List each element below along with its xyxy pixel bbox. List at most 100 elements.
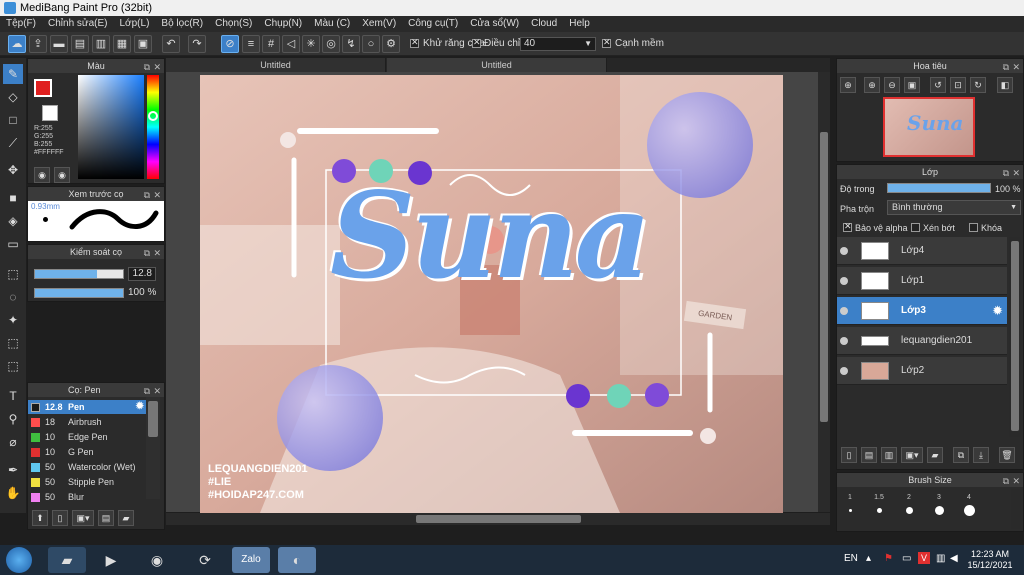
- artwork-canvas[interactable]: Suna LEQUANGDIEN201 #LIE #HOIDAP247.COM …: [200, 75, 783, 513]
- brush-size-preset[interactable]: 1.5: [865, 494, 893, 513]
- panel-popout-icon[interactable]: ⧉: [1003, 474, 1009, 488]
- text-tool-icon[interactable]: T: [3, 386, 23, 406]
- zoom-out-icon[interactable]: ⊖: [884, 77, 900, 93]
- close-icon[interactable]: ✕: [1012, 166, 1020, 180]
- eye-icon[interactable]: [840, 337, 848, 345]
- layer-row[interactable]: Lớp1: [837, 267, 1007, 295]
- media-player-icon[interactable]: ▶: [92, 547, 130, 573]
- color-history-icon[interactable]: ◉: [54, 167, 70, 183]
- select-pen-tool-icon[interactable]: ⬚: [3, 333, 23, 353]
- folder-icon[interactable]: ▰: [48, 547, 86, 573]
- curve-snap-icon[interactable]: ↯: [342, 35, 360, 53]
- close-icon[interactable]: ✕: [153, 60, 161, 74]
- folder-icon[interactable]: ▰: [118, 510, 134, 526]
- brush-tool-icon[interactable]: ✎: [3, 64, 23, 84]
- trash-icon[interactable]: 🗑: [999, 447, 1015, 463]
- brush-item-airbrush[interactable]: 18 Airbrush: [28, 415, 146, 429]
- eye-icon[interactable]: [840, 247, 848, 255]
- language-indicator[interactable]: EN: [844, 553, 858, 564]
- flip-icon[interactable]: ◧: [997, 77, 1013, 93]
- eyedropper-tool-icon[interactable]: ⌀: [3, 432, 23, 452]
- rect-tool-icon[interactable]: □: [3, 110, 23, 130]
- circle-snap-icon[interactable]: ◎: [322, 35, 340, 53]
- chrome-icon[interactable]: ◉: [138, 547, 176, 573]
- menu-snap[interactable]: Chụp(N): [258, 16, 308, 32]
- close-icon[interactable]: ✕: [1012, 60, 1020, 74]
- cloud-icon[interactable]: ☁: [8, 35, 26, 53]
- tray-arrow-icon[interactable]: ▴: [866, 553, 871, 564]
- new-layer-icon[interactable]: ▯: [841, 447, 857, 463]
- scroll-thumb[interactable]: [1011, 241, 1019, 431]
- radial-snap-icon[interactable]: ✳: [302, 35, 320, 53]
- layer-list-scrollbar[interactable]: [1009, 237, 1021, 437]
- blend-mode-dropdown[interactable]: Bình thường ▼: [887, 200, 1021, 215]
- menu-layer[interactable]: Lớp(L): [114, 16, 156, 32]
- gear-icon[interactable]: ✹: [136, 400, 144, 414]
- medibang-taskbar-icon[interactable]: ◐: [278, 547, 316, 573]
- duplicate-layer-icon[interactable]: ⧉: [953, 447, 969, 463]
- panel-popout-icon[interactable]: ⧉: [1003, 166, 1009, 180]
- brush-size-slider[interactable]: [34, 269, 124, 279]
- zoom-in-icon[interactable]: ⊕: [840, 77, 856, 93]
- primary-color-swatch[interactable]: [34, 79, 52, 97]
- crisscross-snap-icon[interactable]: #: [262, 35, 280, 53]
- menu-view[interactable]: Xem(V): [356, 16, 402, 32]
- grid-icon[interactable]: ▦: [113, 35, 131, 53]
- gradient-tool-icon[interactable]: ▭: [3, 234, 23, 254]
- layer-row-selected[interactable]: Lớp3 ✹: [837, 297, 1007, 325]
- export-icon[interactable]: ⇪: [29, 35, 47, 53]
- saturation-value-picker[interactable]: [78, 75, 144, 179]
- brush-size-preset[interactable]: 3: [925, 494, 953, 515]
- panel-popout-icon[interactable]: ⧉: [1003, 60, 1009, 74]
- adjust-dropdown[interactable]: 40 ▼: [520, 37, 596, 51]
- doc-icon[interactable]: ▥: [92, 35, 110, 53]
- zalo-icon[interactable]: Zalo: [232, 547, 270, 573]
- undo-icon[interactable]: ↶: [162, 35, 180, 53]
- folder-icon[interactable]: ▰: [927, 447, 943, 463]
- square-icon[interactable]: ▣: [134, 35, 152, 53]
- brush-size-preset[interactable]: 2: [895, 494, 923, 514]
- layer-row[interactable]: Lớp2: [837, 357, 1007, 385]
- adjust-checkbox[interactable]: [472, 37, 481, 48]
- vanish-snap-icon[interactable]: ◁: [282, 35, 300, 53]
- brush-copy-icon[interactable]: ▤: [98, 510, 114, 526]
- menu-color[interactable]: Màu (C): [308, 16, 356, 32]
- brush-size-value[interactable]: 12.8: [128, 267, 156, 281]
- lasso-tool-icon[interactable]: ◌: [3, 287, 23, 307]
- scroll-thumb[interactable]: [416, 515, 581, 523]
- select-eraser-tool-icon[interactable]: ⬚: [3, 356, 23, 376]
- vertical-scrollbar[interactable]: [818, 72, 830, 512]
- snap-off-icon[interactable]: ⊘: [221, 35, 239, 53]
- bucket-tool-icon[interactable]: ◈: [3, 211, 23, 231]
- eye-icon[interactable]: [840, 367, 848, 375]
- dot-tool-icon[interactable]: ⟋: [3, 133, 23, 153]
- layer-menu-icon[interactable]: ▣▾: [901, 447, 923, 463]
- brush-size-scrollbar[interactable]: [1011, 489, 1021, 529]
- secondary-color-swatch[interactable]: [42, 105, 58, 121]
- hue-slider[interactable]: [147, 75, 159, 179]
- brush-item-edge-pen[interactable]: 10 Edge Pen: [28, 430, 146, 444]
- layer-row[interactable]: lequangdien201: [837, 327, 1007, 355]
- rotate-left-icon[interactable]: ↺: [930, 77, 946, 93]
- close-icon[interactable]: ✕: [153, 384, 161, 398]
- redo-icon[interactable]: ↷: [188, 35, 206, 53]
- close-icon[interactable]: ✕: [153, 188, 161, 202]
- ellipse-snap-icon[interactable]: ○: [362, 35, 380, 53]
- hue-handle[interactable]: [148, 111, 158, 121]
- magic-wand-tool-icon[interactable]: ✦: [3, 310, 23, 330]
- settings-icon[interactable]: ⚙: [382, 35, 400, 53]
- flag-icon[interactable]: ⚑: [884, 553, 893, 564]
- move-tool-icon[interactable]: ✥: [3, 160, 23, 180]
- brush-item-g-pen[interactable]: 10 G Pen: [28, 445, 146, 459]
- close-icon[interactable]: ✕: [153, 246, 161, 260]
- menu-tools[interactable]: Công cụ(T): [402, 16, 464, 32]
- protect-alpha-checkbox[interactable]: [843, 221, 852, 232]
- antialias-checkbox[interactable]: [410, 37, 419, 48]
- eraser-tool-icon[interactable]: ◇: [3, 87, 23, 107]
- volume-icon[interactable]: ◀: [950, 553, 958, 564]
- layer-icon[interactable]: ▤: [71, 35, 89, 53]
- menu-help[interactable]: Help: [563, 16, 596, 32]
- select-tool-icon[interactable]: ⬚: [3, 264, 23, 284]
- palette-icon[interactable]: ◉: [34, 167, 50, 183]
- tab-untitled-1[interactable]: Untitled: [166, 58, 386, 72]
